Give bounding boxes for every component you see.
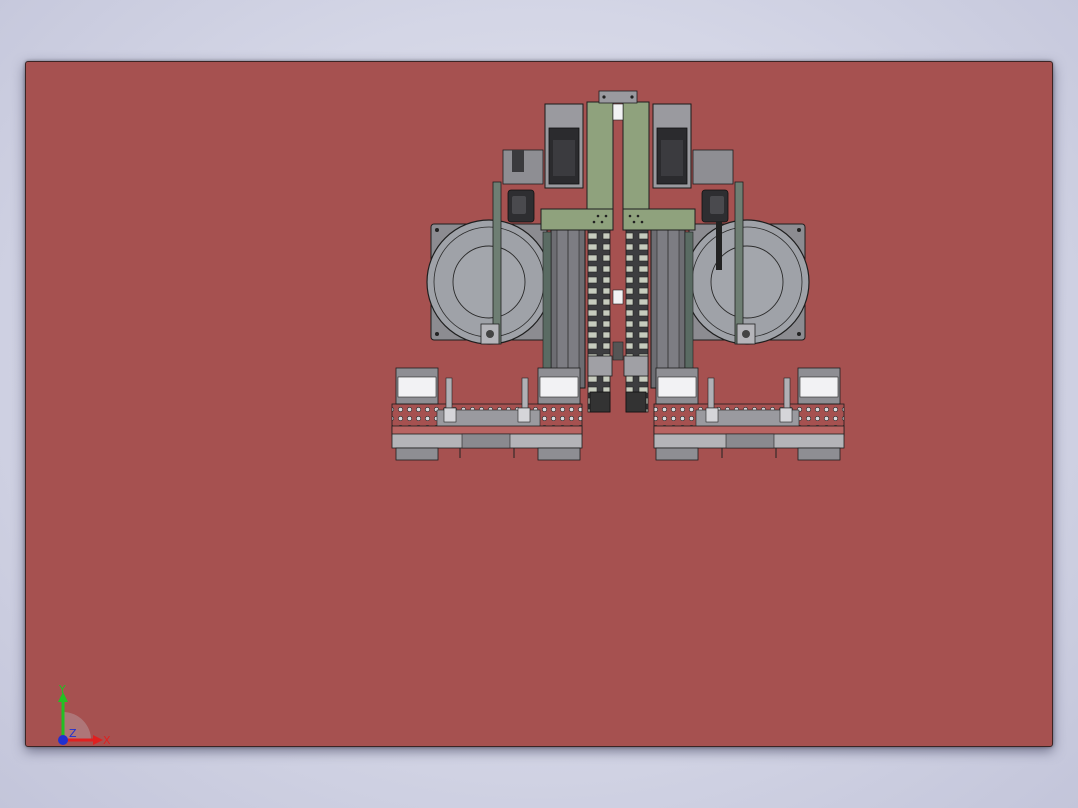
frame-crossbar-left [540, 208, 614, 231]
x-axis-arrow-icon [93, 735, 103, 745]
cad-model-assembly[interactable] [0, 0, 1078, 808]
frame-upright-left [586, 101, 614, 225]
z-axis-label: Z [69, 727, 77, 740]
right-module [622, 101, 845, 461]
x-axis-label: X [103, 734, 111, 747]
cable-chain-left [587, 227, 611, 413]
z-axis-origin-icon [58, 735, 68, 745]
reference-triad: Y X Z [58, 683, 111, 747]
y-axis-label: Y [58, 683, 66, 696]
left-module [391, 101, 614, 461]
